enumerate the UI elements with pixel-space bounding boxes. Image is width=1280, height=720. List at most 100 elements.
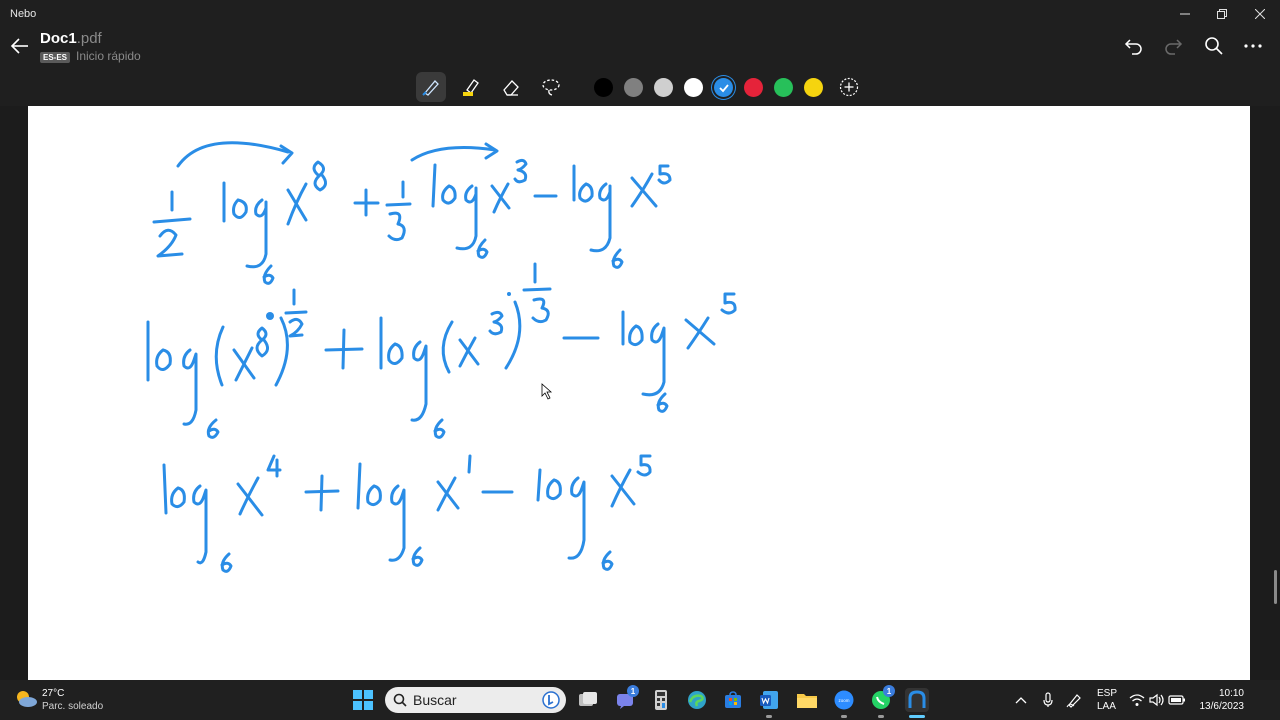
pen-tool-button[interactable] (416, 72, 446, 102)
minimize-button[interactable] (1165, 2, 1205, 26)
microphone-icon (1043, 692, 1053, 707)
svg-text:zoom: zoom (838, 698, 849, 703)
more-icon (1244, 44, 1262, 48)
pen-menu-button[interactable] (1065, 690, 1083, 710)
close-icon (1255, 9, 1265, 19)
edge-browser-button[interactable] (685, 688, 709, 712)
document-extension: .pdf (76, 30, 102, 47)
whatsapp-notification-badge: 1 (883, 685, 895, 697)
document-title[interactable]: Doc1.pdf (40, 30, 102, 47)
weather-widget[interactable] (14, 689, 38, 709)
chat-notification-badge: 1 (627, 685, 639, 697)
eraser-tool-button[interactable] (496, 72, 526, 102)
partly-sunny-icon (17, 691, 37, 707)
file-explorer-button[interactable] (795, 688, 819, 712)
clock-date[interactable]: 13/6/2023 (1196, 701, 1245, 712)
nebo-icon (908, 690, 926, 708)
task-view-icon (579, 692, 597, 706)
windows-taskbar (0, 680, 1280, 720)
nebo-app-window: Nebo Doc1.pdf ES-ES Inicio rápido 27°C P… (0, 0, 1280, 720)
input-language[interactable]: ESP (1097, 688, 1117, 699)
quick-start-link[interactable]: Inicio rápido (76, 49, 141, 63)
back-button[interactable] (8, 34, 32, 58)
microsoft-store-button[interactable] (721, 688, 745, 712)
zoom-button[interactable]: zoom (832, 688, 856, 712)
color-swatch-gray[interactable] (624, 78, 643, 97)
search-icon (393, 693, 407, 707)
undo-icon (1124, 39, 1142, 55)
teams-chat-button[interactable]: 1 (613, 685, 639, 712)
app-name: Nebo (10, 8, 37, 20)
calculator-icon (655, 690, 667, 710)
color-swatch-blue-selected[interactable] (714, 78, 733, 97)
undo-button[interactable] (1122, 34, 1146, 58)
weather-description: Parc. soleado (42, 701, 104, 712)
ink-line-2 (146, 262, 737, 439)
color-swatch-green[interactable] (774, 78, 793, 97)
redo-button[interactable] (1161, 34, 1185, 58)
show-hidden-icons-button[interactable] (1012, 690, 1030, 710)
more-options-button[interactable] (1241, 34, 1265, 58)
vertical-scrollbar[interactable] (1274, 570, 1277, 604)
whatsapp-button[interactable]: 1 (869, 685, 895, 712)
speaker-icon (1149, 693, 1164, 707)
ink-line-3 (162, 454, 652, 573)
document-name: Doc1 (40, 30, 77, 47)
color-swatch-light-gray[interactable] (654, 78, 673, 97)
zoom-icon: zoom (834, 690, 854, 710)
highlighter-tool-button[interactable] (456, 72, 486, 102)
whatsapp-running-indicator (878, 715, 884, 718)
network-button[interactable] (1128, 690, 1146, 710)
close-button[interactable] (1240, 2, 1280, 26)
clock-time[interactable]: 10:10 (1216, 688, 1244, 699)
task-view-button[interactable] (576, 688, 600, 712)
search-placeholder: Buscar (413, 692, 457, 708)
lasso-tool-button[interactable] (536, 72, 566, 102)
volume-button[interactable] (1148, 690, 1166, 710)
taskbar-search[interactable]: Buscar (385, 687, 566, 713)
search-icon (1205, 37, 1223, 55)
word-running-indicator (766, 715, 772, 718)
windows-logo-icon (353, 690, 373, 710)
color-swatch-red[interactable] (744, 78, 763, 97)
battery-button[interactable] (1168, 690, 1186, 710)
word-button[interactable] (757, 688, 781, 712)
microphone-button[interactable] (1039, 690, 1057, 710)
mouse-cursor-icon (541, 383, 553, 400)
word-icon (760, 691, 778, 709)
weather-temperature: 27°C (42, 688, 65, 699)
battery-charging-icon (1168, 695, 1185, 705)
color-swatch-white[interactable] (684, 78, 703, 97)
pen-icon (422, 80, 439, 96)
writing-canvas[interactable] (28, 106, 1250, 680)
back-arrow-icon (10, 38, 28, 54)
eraser-icon (503, 80, 519, 96)
input-layout[interactable]: LAA (1097, 701, 1116, 712)
minimize-icon (1180, 13, 1190, 15)
color-swatch-black[interactable] (594, 78, 613, 97)
lasso-icon (542, 79, 560, 96)
store-icon (725, 691, 741, 708)
nebo-active-indicator (909, 715, 925, 718)
restore-icon (1217, 9, 1227, 19)
restore-button[interactable] (1202, 2, 1242, 26)
wifi-icon (1129, 694, 1145, 706)
search-button[interactable] (1202, 34, 1226, 58)
folder-icon (797, 694, 817, 708)
chevron-up-icon (1015, 697, 1027, 704)
language-badge[interactable]: ES-ES (40, 52, 71, 63)
redo-icon (1165, 39, 1183, 55)
handwritten-math (146, 141, 737, 573)
pen-menu-icon (1066, 694, 1081, 708)
color-swatch-yellow[interactable] (804, 78, 823, 97)
ink-line-1 (152, 141, 672, 285)
bing-icon (542, 691, 560, 709)
highlighter-icon (463, 79, 479, 96)
add-color-button[interactable] (834, 72, 864, 102)
start-button[interactable] (351, 688, 375, 712)
zoom-running-indicator (841, 715, 847, 718)
nebo-taskbar-button[interactable] (905, 688, 929, 712)
edge-icon (688, 691, 706, 709)
calculator-button[interactable] (649, 688, 673, 712)
checkmark-icon (718, 83, 729, 92)
